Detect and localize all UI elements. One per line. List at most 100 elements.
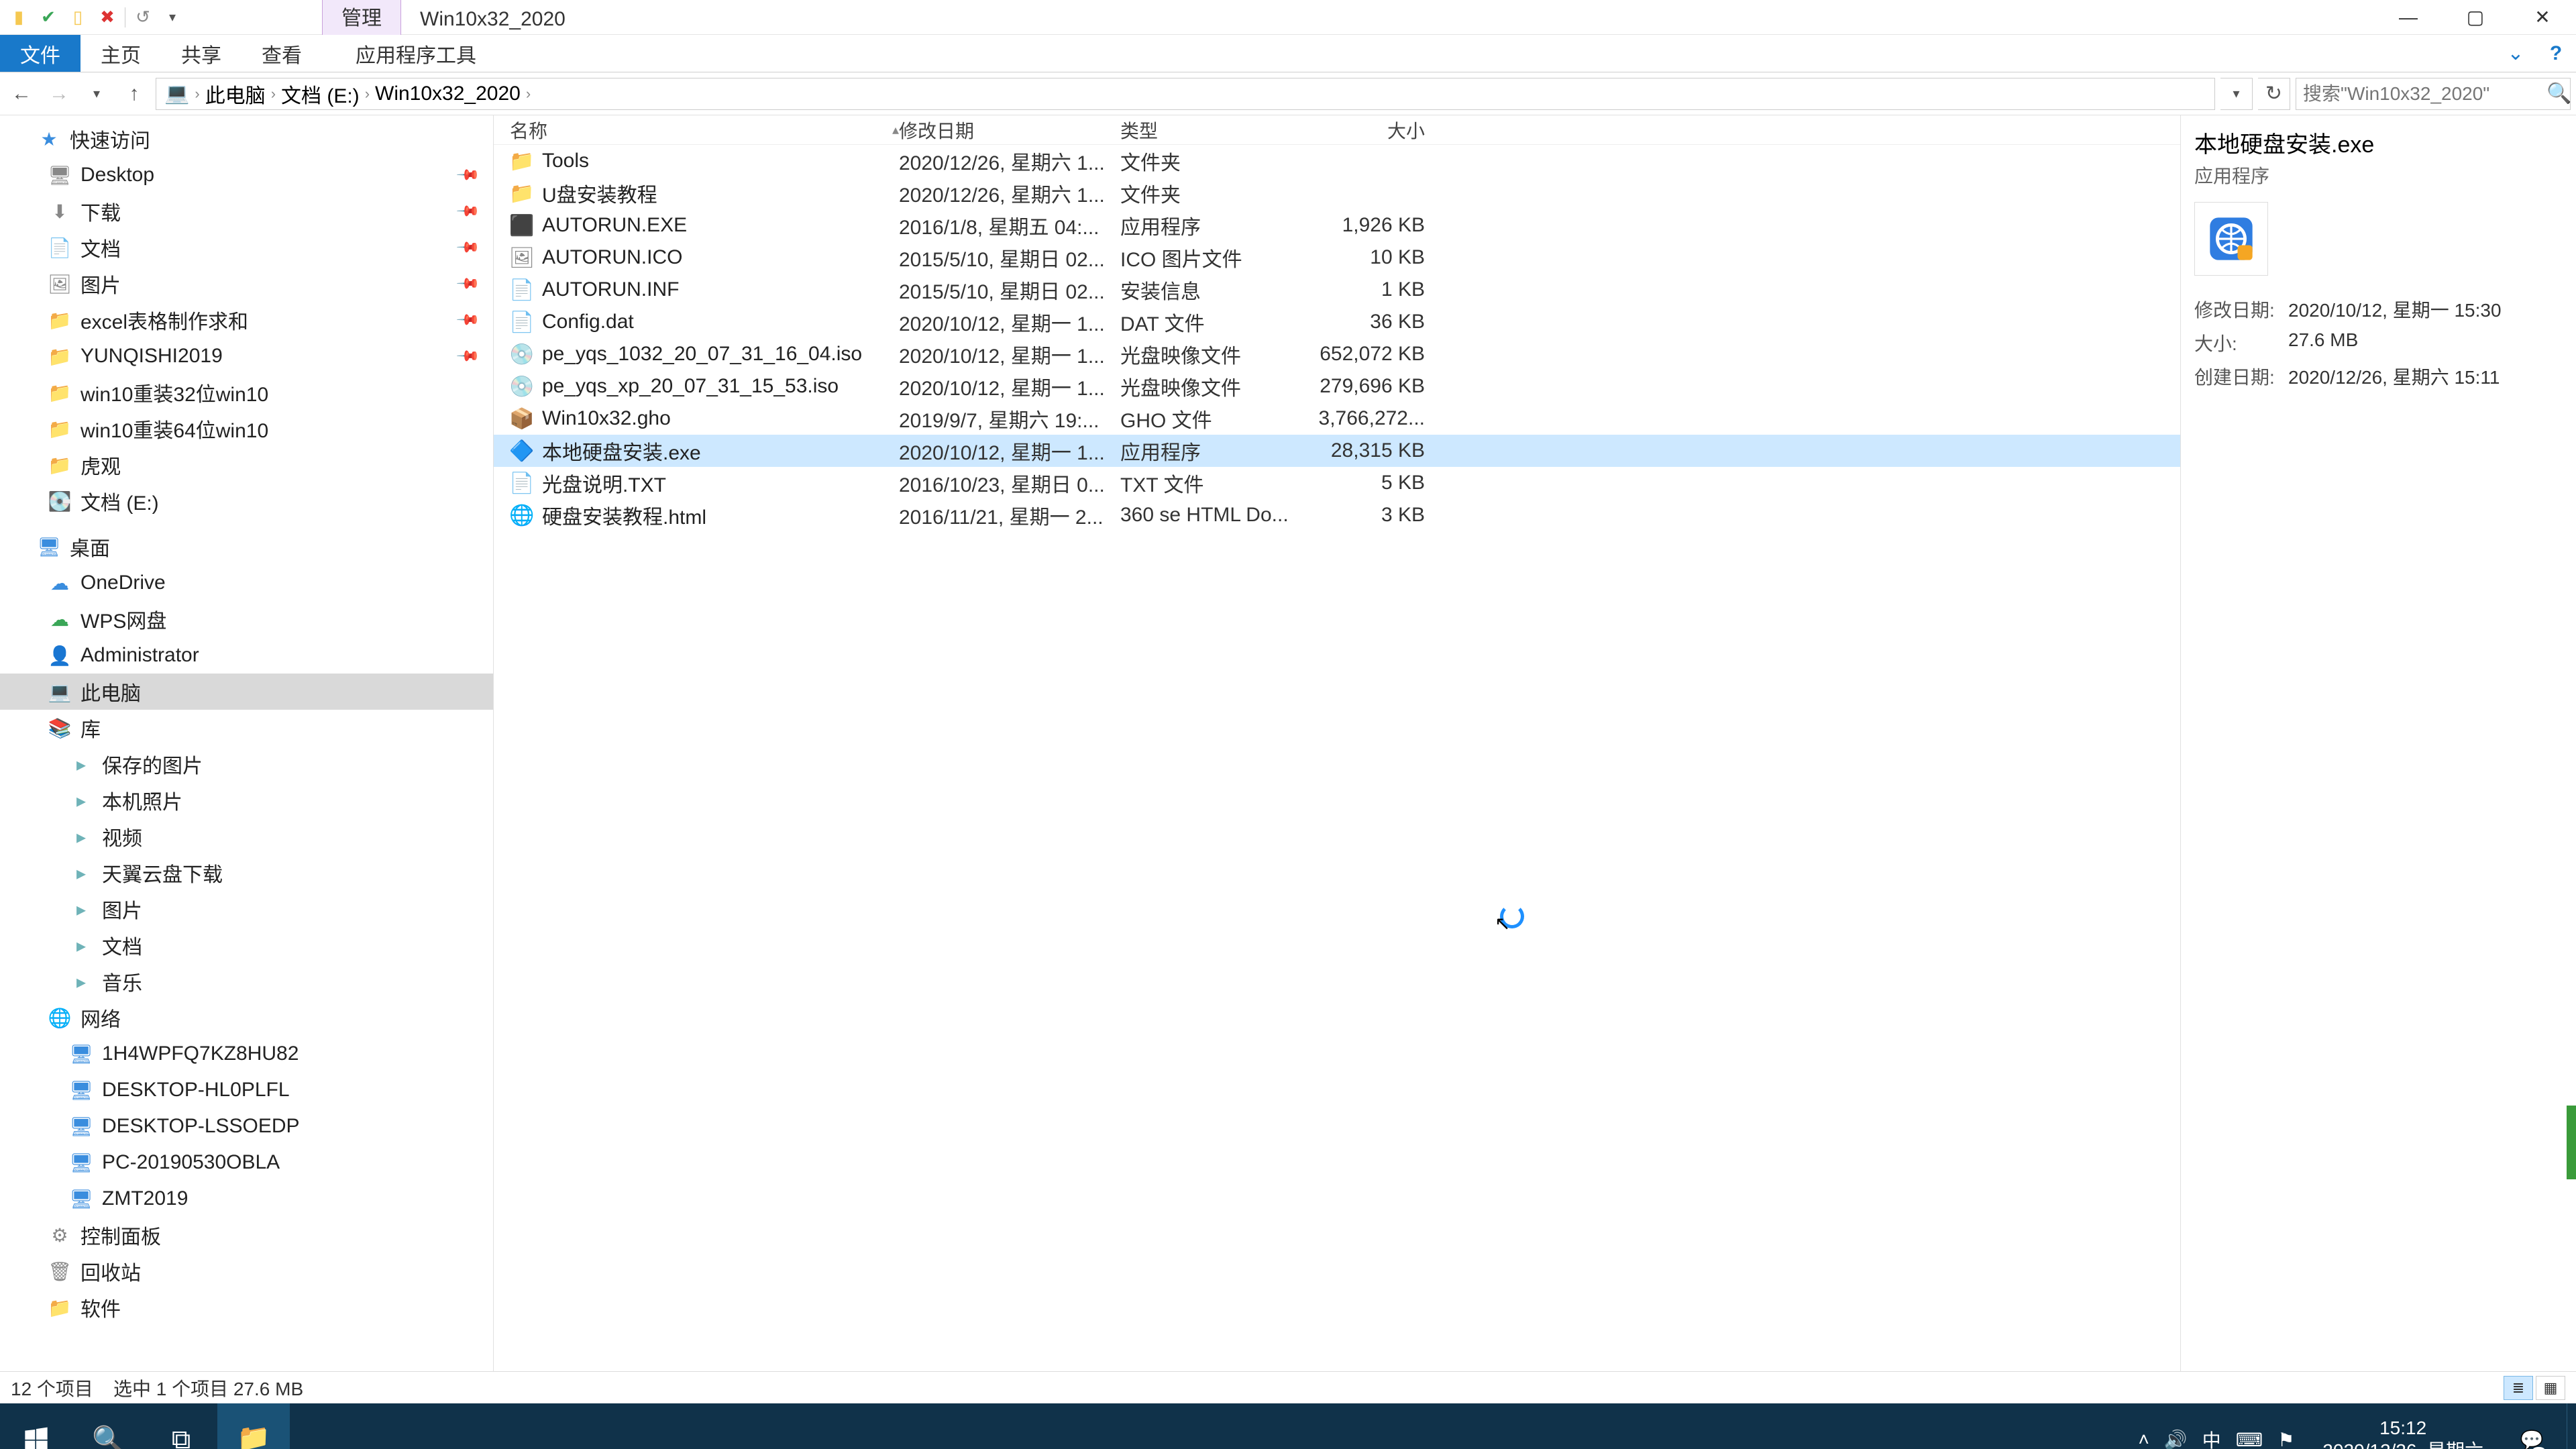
breadcrumb-segment[interactable]: Win10x32_2020	[370, 83, 526, 105]
column-size[interactable]: 大小	[1301, 117, 1438, 144]
chevron-right-icon[interactable]: ›	[365, 85, 370, 103]
nav-quick-item[interactable]: 📄文档📌	[0, 229, 493, 266]
minimize-button[interactable]: —	[2375, 0, 2442, 35]
file-row[interactable]: 🔷本地硬盘安装.exe2020/10/12, 星期一 1...应用程序28,31…	[494, 435, 2180, 467]
nav-extra-item[interactable]: 🗑回收站	[0, 1253, 493, 1289]
view-icons-button[interactable]: ▦	[2536, 1376, 2565, 1400]
file-row[interactable]: 🖼AUTORUN.ICO2015/5/10, 星期日 02...ICO 图片文件…	[494, 241, 2180, 274]
nav-desktop-item[interactable]: 📚库	[0, 710, 493, 746]
nav-recent-dropdown[interactable]: ▾	[80, 78, 113, 110]
nav-quick-item[interactable]: 📁excel表格制作求和📌	[0, 302, 493, 338]
refresh-button[interactable]: ↻	[2258, 78, 2290, 110]
action-center-button[interactable]: 💬2	[2512, 1403, 2552, 1449]
qat-undo-icon[interactable]: ↺	[128, 3, 158, 32]
nav-library-item[interactable]: ▸音乐	[0, 963, 493, 1000]
nav-library-item[interactable]: ▸天翼云盘下载	[0, 855, 493, 891]
breadcrumb-segment[interactable]: 此电脑	[200, 79, 271, 109]
nav-up-button[interactable]: ↑	[118, 78, 150, 110]
show-desktop-button[interactable]	[2567, 1403, 2576, 1449]
nav-desktop-item[interactable]: 💻此电脑	[0, 674, 493, 710]
taskbar[interactable]: 🔍 ⧉ 📁 ˄ 🔊 中 ⌨ ⚑ 15:12 2020/12/26, 星期六 💬2	[0, 1403, 2576, 1449]
nav-quick-access[interactable]: ★ 快速访问	[0, 121, 493, 157]
start-button[interactable]	[0, 1403, 72, 1449]
file-row[interactable]: 🌐硬盘安装教程.html2016/11/21, 星期一 2...360 se H…	[494, 499, 2180, 531]
nav-forward-button[interactable]: →	[43, 78, 75, 110]
ribbon-tab-file[interactable]: 文件	[0, 35, 80, 72]
nav-desktop-item[interactable]: ☁OneDrive	[0, 565, 493, 601]
search-icon[interactable]: 🔍	[2546, 82, 2571, 105]
file-row[interactable]: 📁Tools2020/12/26, 星期六 1...文件夹	[494, 145, 2180, 177]
qat-customize-icon[interactable]: ▾	[158, 3, 187, 32]
nav-library-item[interactable]: ▸本机照片	[0, 782, 493, 818]
contextual-tab-manage[interactable]: 管理	[322, 0, 401, 35]
maximize-button[interactable]: ▢	[2442, 0, 2509, 35]
column-type[interactable]: 类型	[1120, 117, 1301, 144]
file-row[interactable]: 📄光盘说明.TXT2016/10/23, 星期日 0...TXT 文件5 KB	[494, 467, 2180, 499]
nav-network[interactable]: 🌐 网络	[0, 1000, 493, 1036]
nav-network-item[interactable]: 🖥ZMT2019	[0, 1181, 493, 1217]
nav-quick-item[interactable]: 📁虎观	[0, 447, 493, 483]
nav-library-item[interactable]: ▸文档	[0, 927, 493, 963]
tray-overflow-icon[interactable]: ˄	[2139, 1429, 2149, 1449]
file-row[interactable]: 📁U盘安装教程2020/12/26, 星期六 1...文件夹	[494, 177, 2180, 209]
nav-network-item[interactable]: 🖥DESKTOP-HL0PLFL	[0, 1072, 493, 1108]
tray-security-icon[interactable]: ⚑	[2277, 1429, 2294, 1449]
search-box[interactable]: 🔍	[2296, 78, 2571, 110]
chevron-right-icon[interactable]: ›	[271, 85, 276, 103]
address-dropdown-icon[interactable]: ▾	[2220, 78, 2253, 110]
nav-network-item[interactable]: 🖥PC-20190530OBLA	[0, 1144, 493, 1181]
nav-quick-item[interactable]: 💽文档 (E:)	[0, 483, 493, 519]
column-date[interactable]: 修改日期	[899, 117, 1120, 144]
help-icon[interactable]: ?	[2536, 35, 2576, 72]
breadcrumb-pc-icon[interactable]: 💻	[159, 82, 195, 105]
tray-clock[interactable]: 15:12 2020/12/26, 星期六	[2309, 1417, 2497, 1449]
taskbar-search-button[interactable]: 🔍	[72, 1403, 145, 1449]
ribbon-tab-home[interactable]: 主页	[80, 35, 161, 72]
nav-library-item[interactable]: ▸保存的图片	[0, 746, 493, 782]
file-row[interactable]: 📄AUTORUN.INF2015/5/10, 星期日 02...安装信息1 KB	[494, 274, 2180, 306]
breadcrumb[interactable]: 💻 › 此电脑 › 文档 (E:) › Win10x32_2020 ›	[156, 78, 2215, 110]
nav-desktop[interactable]: 🖥 桌面	[0, 529, 493, 565]
ribbon-tab-share[interactable]: 共享	[161, 35, 241, 72]
tray-ime-indicator[interactable]: 中	[2202, 1426, 2221, 1449]
nav-quick-item[interactable]: 📁YUNQISHI2019📌	[0, 338, 493, 374]
qat-open-icon[interactable]: ▯	[63, 3, 93, 32]
qat-checkbox-icon[interactable]: ✔	[34, 3, 63, 32]
nav-extra-item[interactable]: 📁软件	[0, 1289, 493, 1326]
column-name[interactable]: 名称▴	[510, 117, 899, 144]
nav-network-item[interactable]: 🖥1H4WPFQ7KZ8HU82	[0, 1036, 493, 1072]
nav-quick-item[interactable]: 🖥Desktop📌	[0, 157, 493, 193]
nav-library-item[interactable]: ▸图片	[0, 891, 493, 927]
nav-network-item[interactable]: 🖥DESKTOP-LSSOEDP	[0, 1108, 493, 1144]
file-row[interactable]: 💿pe_yqs_1032_20_07_31_16_04.iso2020/10/1…	[494, 338, 2180, 370]
nav-quick-item[interactable]: 🖼图片📌	[0, 266, 493, 302]
ribbon-collapse-icon[interactable]: ⌄	[2496, 35, 2536, 72]
file-row[interactable]: ⬛AUTORUN.EXE2016/1/8, 星期五 04:...应用程序1,92…	[494, 209, 2180, 241]
nav-quick-item[interactable]: ⬇下载📌	[0, 193, 493, 229]
tray-volume-icon[interactable]: 🔊	[2164, 1429, 2188, 1449]
qat-delete-icon[interactable]: ✖	[93, 3, 122, 32]
chevron-right-icon[interactable]: ›	[195, 85, 199, 103]
nav-quick-item[interactable]: 📁win10重装32位win10	[0, 374, 493, 411]
nav-desktop-item[interactable]: ☁WPS网盘	[0, 601, 493, 637]
nav-extra-item[interactable]: ⚙控制面板	[0, 1217, 493, 1253]
navigation-pane[interactable]: ★ 快速访问 🖥Desktop📌⬇下载📌📄文档📌🖼图片📌📁excel表格制作求和…	[0, 115, 494, 1371]
close-button[interactable]: ✕	[2509, 0, 2576, 35]
ribbon-tab-apptools[interactable]: 应用程序工具	[335, 35, 496, 72]
nav-library-item[interactable]: ▸视频	[0, 818, 493, 855]
chevron-right-icon[interactable]: ›	[526, 85, 531, 103]
file-row[interactable]: 📄Config.dat2020/10/12, 星期一 1...DAT 文件36 …	[494, 306, 2180, 338]
file-row[interactable]: 📦Win10x32.gho2019/9/7, 星期六 19:...GHO 文件3…	[494, 402, 2180, 435]
ribbon-tab-view[interactable]: 查看	[241, 35, 322, 72]
task-view-button[interactable]: ⧉	[145, 1403, 217, 1449]
search-input[interactable]	[2302, 83, 2546, 105]
taskbar-explorer-button[interactable]: 📁	[217, 1403, 290, 1449]
nav-quick-item[interactable]: 📁win10重装64位win10	[0, 411, 493, 447]
file-row[interactable]: 💿pe_yqs_xp_20_07_31_15_53.iso2020/10/12,…	[494, 370, 2180, 402]
breadcrumb-segment[interactable]: 文档 (E:)	[276, 79, 365, 109]
column-headers[interactable]: 名称▴ 修改日期 类型 大小	[494, 115, 2180, 145]
view-details-button[interactable]: ≣	[2504, 1376, 2533, 1400]
tray-ime-icon[interactable]: ⌨	[2236, 1429, 2263, 1449]
nav-back-button[interactable]: ←	[5, 78, 38, 110]
nav-desktop-item[interactable]: 👤Administrator	[0, 637, 493, 674]
